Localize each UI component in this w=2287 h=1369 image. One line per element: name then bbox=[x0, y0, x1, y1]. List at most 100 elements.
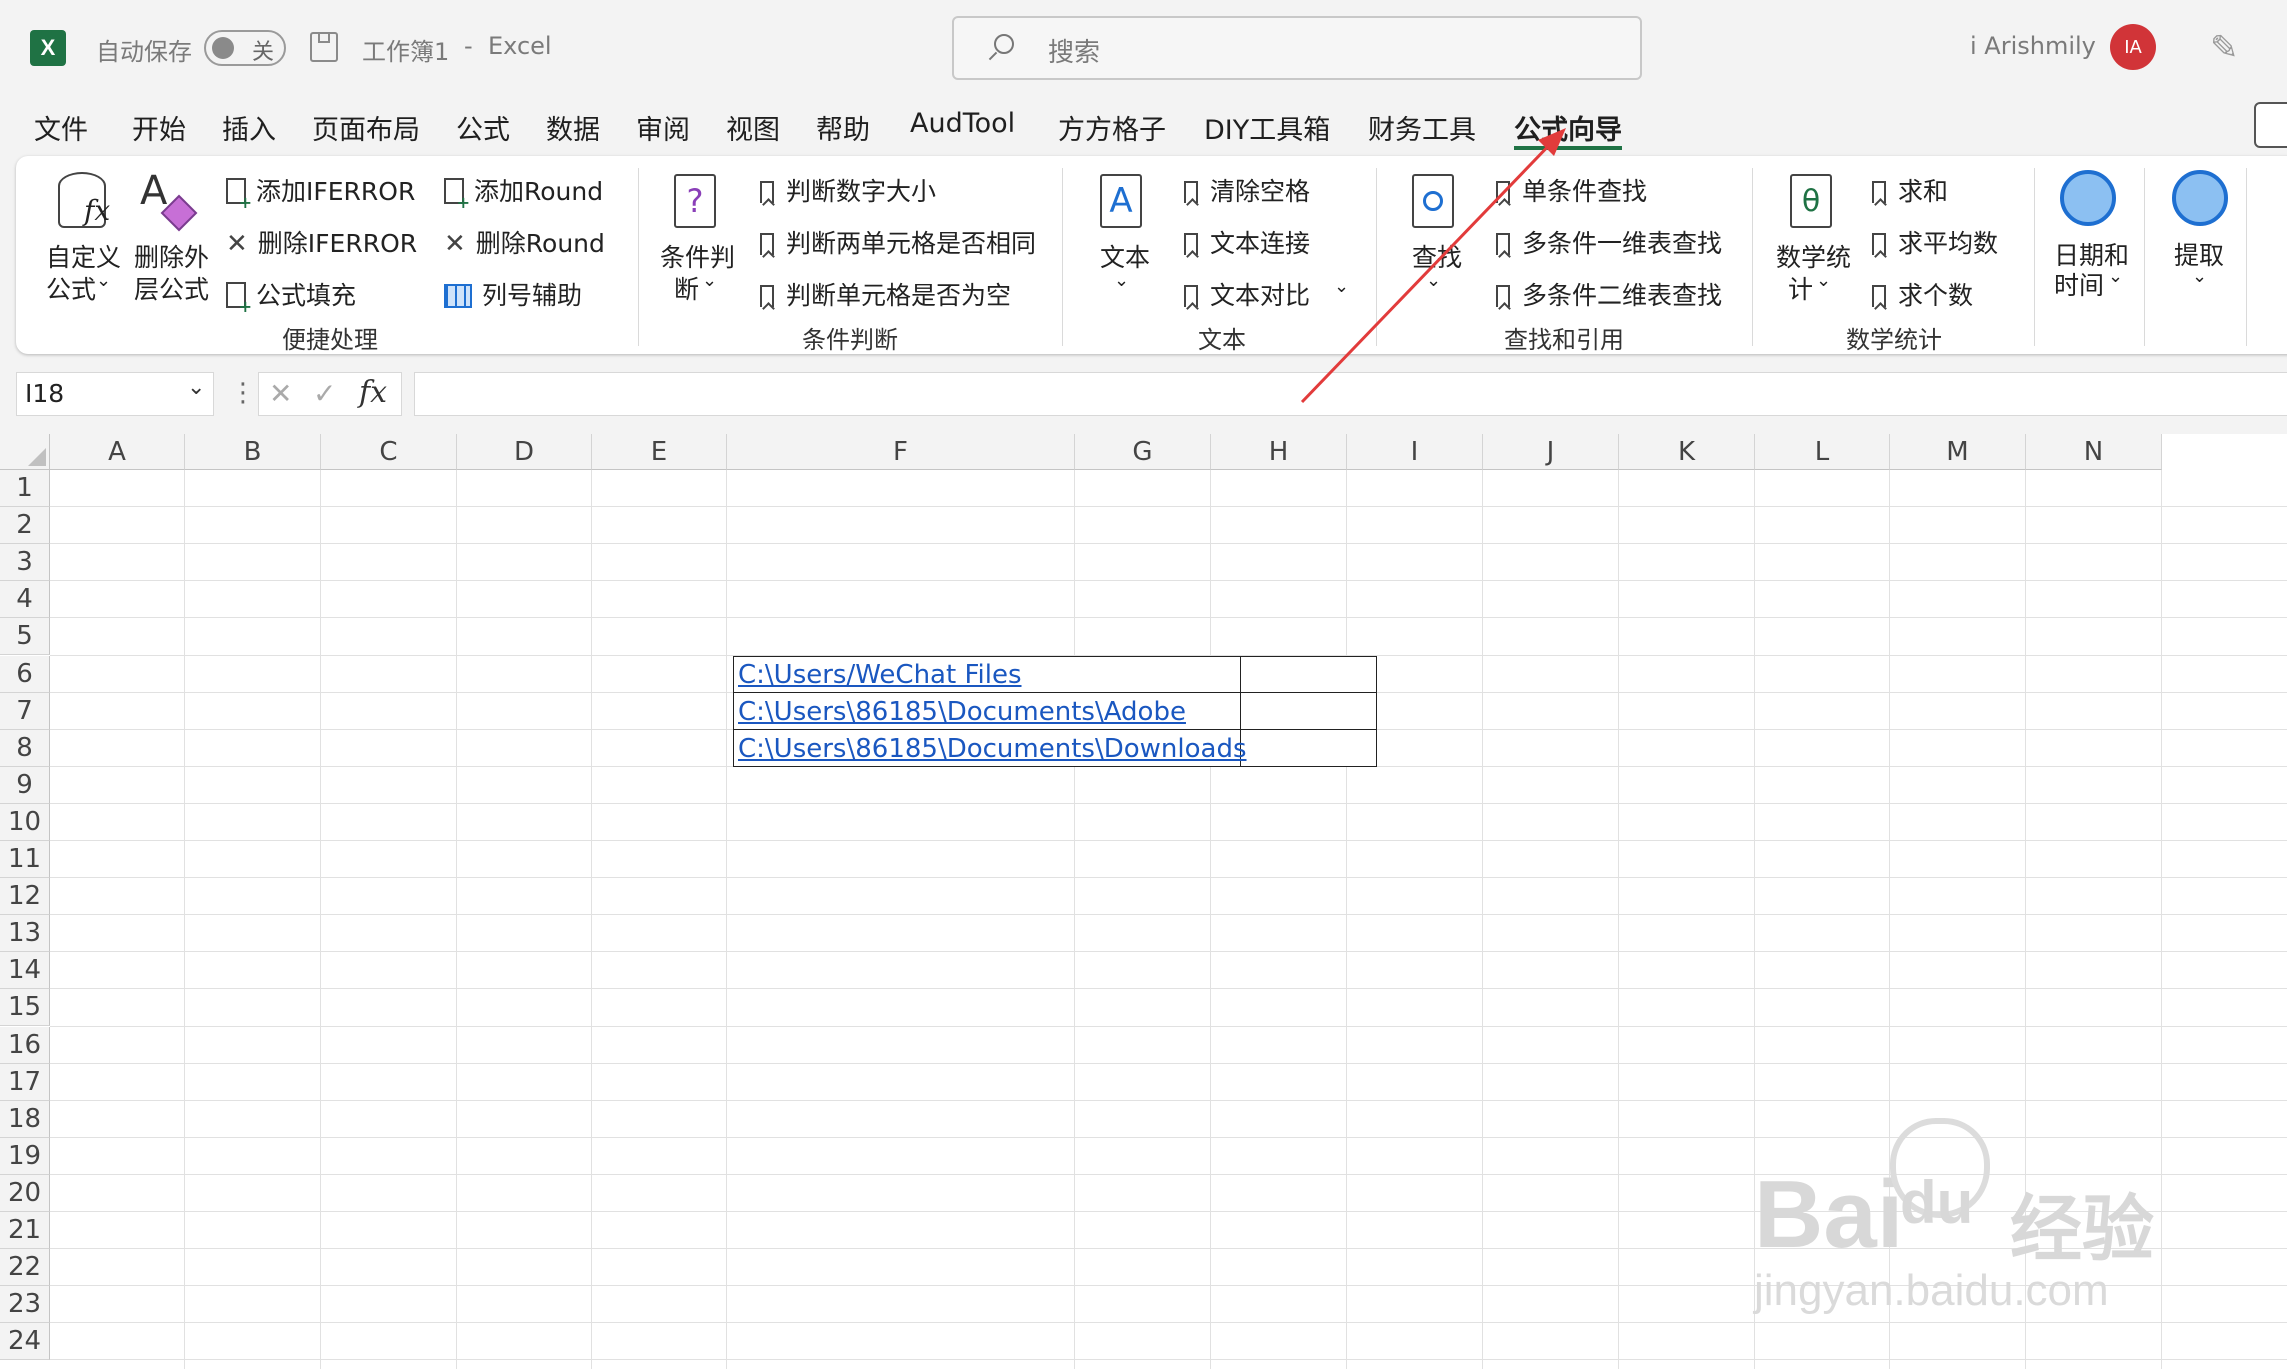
save-icon[interactable] bbox=[310, 32, 338, 62]
tab-view[interactable]: 视图 bbox=[726, 108, 780, 147]
same-cells-button[interactable]: 判断两单元格是否相同 bbox=[760, 224, 1036, 260]
doc-add-icon bbox=[226, 178, 252, 212]
row-header-23[interactable]: 23 bbox=[0, 1286, 50, 1324]
row-header-19[interactable]: 19 bbox=[0, 1137, 50, 1175]
gridline-horizontal bbox=[50, 1248, 2287, 1250]
column-header-f[interactable]: F bbox=[727, 434, 1075, 470]
insert-function-icon[interactable]: fx bbox=[359, 375, 387, 410]
sum-button[interactable]: 求和 bbox=[1872, 172, 1948, 208]
search-box[interactable]: 搜索 bbox=[952, 16, 1642, 80]
remove-outer-formula-label-2[interactable]: 层公式 bbox=[134, 270, 209, 306]
condition-label-2[interactable]: 断 bbox=[674, 270, 699, 306]
empty-cell-button[interactable]: 判断单元格是否为空 bbox=[760, 276, 1011, 312]
row-header-8[interactable]: 8 bbox=[0, 729, 50, 767]
row-header-17[interactable]: 17 bbox=[0, 1063, 50, 1101]
chevron-down-icon[interactable]: ⌄ bbox=[96, 270, 111, 291]
row-header-18[interactable]: 18 bbox=[0, 1100, 50, 1138]
column-header-k[interactable]: K bbox=[1619, 434, 1755, 470]
autosave-toggle[interactable]: 关 bbox=[204, 30, 286, 66]
column-helper-button[interactable]: 列号辅助 bbox=[444, 276, 582, 312]
column-header-l[interactable]: L bbox=[1755, 434, 1890, 470]
remove-round-button[interactable]: ✕ 删除Round bbox=[444, 224, 605, 260]
row-header-4[interactable]: 4 bbox=[0, 581, 50, 619]
row-header-10[interactable]: 10 bbox=[0, 803, 50, 841]
select-all-corner[interactable] bbox=[0, 434, 50, 470]
column-header-c[interactable]: C bbox=[321, 434, 457, 470]
chevron-down-icon[interactable]: ⌄ bbox=[1816, 270, 1831, 291]
tab-home[interactable]: 开始 bbox=[132, 108, 186, 147]
tab-data[interactable]: 数据 bbox=[546, 108, 600, 147]
row-header-12[interactable]: 12 bbox=[0, 878, 50, 916]
comments-icon[interactable] bbox=[2254, 102, 2287, 148]
pen-icon[interactable]: ✎ bbox=[2210, 28, 2239, 68]
column-header-i[interactable]: I bbox=[1347, 434, 1483, 470]
cancel-icon[interactable]: ✕ bbox=[269, 377, 292, 410]
math-label-1[interactable]: 数学统 bbox=[1776, 238, 1851, 274]
custom-formula-label-2[interactable]: 公式 bbox=[46, 270, 96, 306]
tab-fangfang[interactable]: 方方格子 bbox=[1058, 108, 1166, 147]
chevron-down-icon[interactable]: ⌄ bbox=[2108, 266, 2123, 287]
cell-divider bbox=[733, 692, 1377, 693]
row-header-3[interactable]: 3 bbox=[0, 544, 50, 582]
row-header-7[interactable]: 7 bbox=[0, 692, 50, 730]
link-cell-f7[interactable]: C:\Users\86185\Documents\Adobe bbox=[738, 697, 1186, 727]
add-iferror-button[interactable]: 添加IFERROR bbox=[226, 172, 415, 212]
custom-formula-label-1[interactable]: 自定义 bbox=[46, 238, 121, 274]
link-cell-f6[interactable]: C:\Users/WeChat Files bbox=[738, 660, 1022, 690]
average-button[interactable]: 求平均数 bbox=[1872, 224, 1998, 260]
column-header-m[interactable]: M bbox=[1890, 434, 2026, 470]
chevron-down-icon[interactable]: ⌄ bbox=[702, 270, 717, 291]
row-header-22[interactable]: 22 bbox=[0, 1249, 50, 1287]
row-header-11[interactable]: 11 bbox=[0, 841, 50, 879]
count-button[interactable]: 求个数 bbox=[1872, 276, 1973, 312]
tab-insert[interactable]: 插入 bbox=[222, 108, 276, 147]
column-header-b[interactable]: B bbox=[185, 434, 321, 470]
row-header-2[interactable]: 2 bbox=[0, 507, 50, 545]
column-header-j[interactable]: J bbox=[1483, 434, 1619, 470]
column-header-d[interactable]: D bbox=[457, 434, 592, 470]
avatar[interactable]: IA bbox=[2110, 24, 2156, 70]
column-header-a[interactable]: A bbox=[50, 434, 185, 470]
column-header-n[interactable]: N bbox=[2026, 434, 2162, 470]
tab-help[interactable]: 帮助 bbox=[816, 108, 870, 147]
check-icon[interactable]: ✓ bbox=[313, 377, 336, 410]
column-header-g[interactable]: G bbox=[1075, 434, 1211, 470]
row-header-16[interactable]: 16 bbox=[0, 1026, 50, 1064]
user-name[interactable]: i Arishmily bbox=[1970, 32, 2096, 60]
remove-outer-formula-label-1[interactable]: 删除外 bbox=[134, 238, 209, 274]
compare-number-button[interactable]: 判断数字大小 bbox=[760, 172, 936, 208]
math-label-2[interactable]: 计 bbox=[1788, 270, 1813, 306]
chevron-down-icon[interactable]: ⌄ bbox=[1114, 270, 1129, 291]
name-box[interactable]: I18 ⌄ bbox=[16, 372, 214, 416]
link-cell-f8[interactable]: C:\Users\86185\Documents\Downloads bbox=[738, 734, 1247, 764]
group-separator bbox=[2246, 168, 2247, 346]
add-round-button[interactable]: 添加Round bbox=[444, 172, 603, 212]
row-header-21[interactable]: 21 bbox=[0, 1212, 50, 1250]
row-header-15[interactable]: 15 bbox=[0, 989, 50, 1027]
gridline-vertical bbox=[320, 470, 321, 1369]
tab-page-layout[interactable]: 页面布局 bbox=[312, 108, 420, 147]
row-header-5[interactable]: 5 bbox=[0, 618, 50, 656]
question-book-icon: ? bbox=[674, 174, 716, 228]
formula-fill-button[interactable]: 公式填充 bbox=[226, 276, 356, 316]
chevron-down-icon[interactable]: ⌄ bbox=[2192, 266, 2207, 287]
row-header-14[interactable]: 14 bbox=[0, 952, 50, 990]
row-header-20[interactable]: 20 bbox=[0, 1174, 50, 1212]
text-big-label[interactable]: 文本 bbox=[1100, 238, 1150, 274]
datetime-label-2[interactable]: 时间 bbox=[2054, 266, 2104, 302]
tab-formulas[interactable]: 公式 bbox=[456, 108, 510, 147]
condition-label-1[interactable]: 条件判 bbox=[660, 238, 735, 274]
column-header-h[interactable]: H bbox=[1211, 434, 1347, 470]
row-header-1[interactable]: 1 bbox=[0, 470, 50, 508]
column-header-e[interactable]: E bbox=[592, 434, 727, 470]
row-header-13[interactable]: 13 bbox=[0, 915, 50, 953]
row-header-24[interactable]: 24 bbox=[0, 1323, 50, 1361]
tab-review[interactable]: 审阅 bbox=[636, 108, 690, 147]
row-header-6[interactable]: 6 bbox=[0, 655, 50, 693]
chevron-down-icon[interactable]: ⌄ bbox=[187, 375, 205, 400]
more-options-icon[interactable]: ⋮ bbox=[230, 378, 256, 408]
remove-iferror-button[interactable]: ✕ 删除IFERROR bbox=[226, 224, 417, 260]
row-header-9[interactable]: 9 bbox=[0, 766, 50, 804]
tab-audtool[interactable]: AudTool bbox=[910, 108, 1015, 139]
tab-file[interactable]: 文件 bbox=[34, 108, 88, 147]
